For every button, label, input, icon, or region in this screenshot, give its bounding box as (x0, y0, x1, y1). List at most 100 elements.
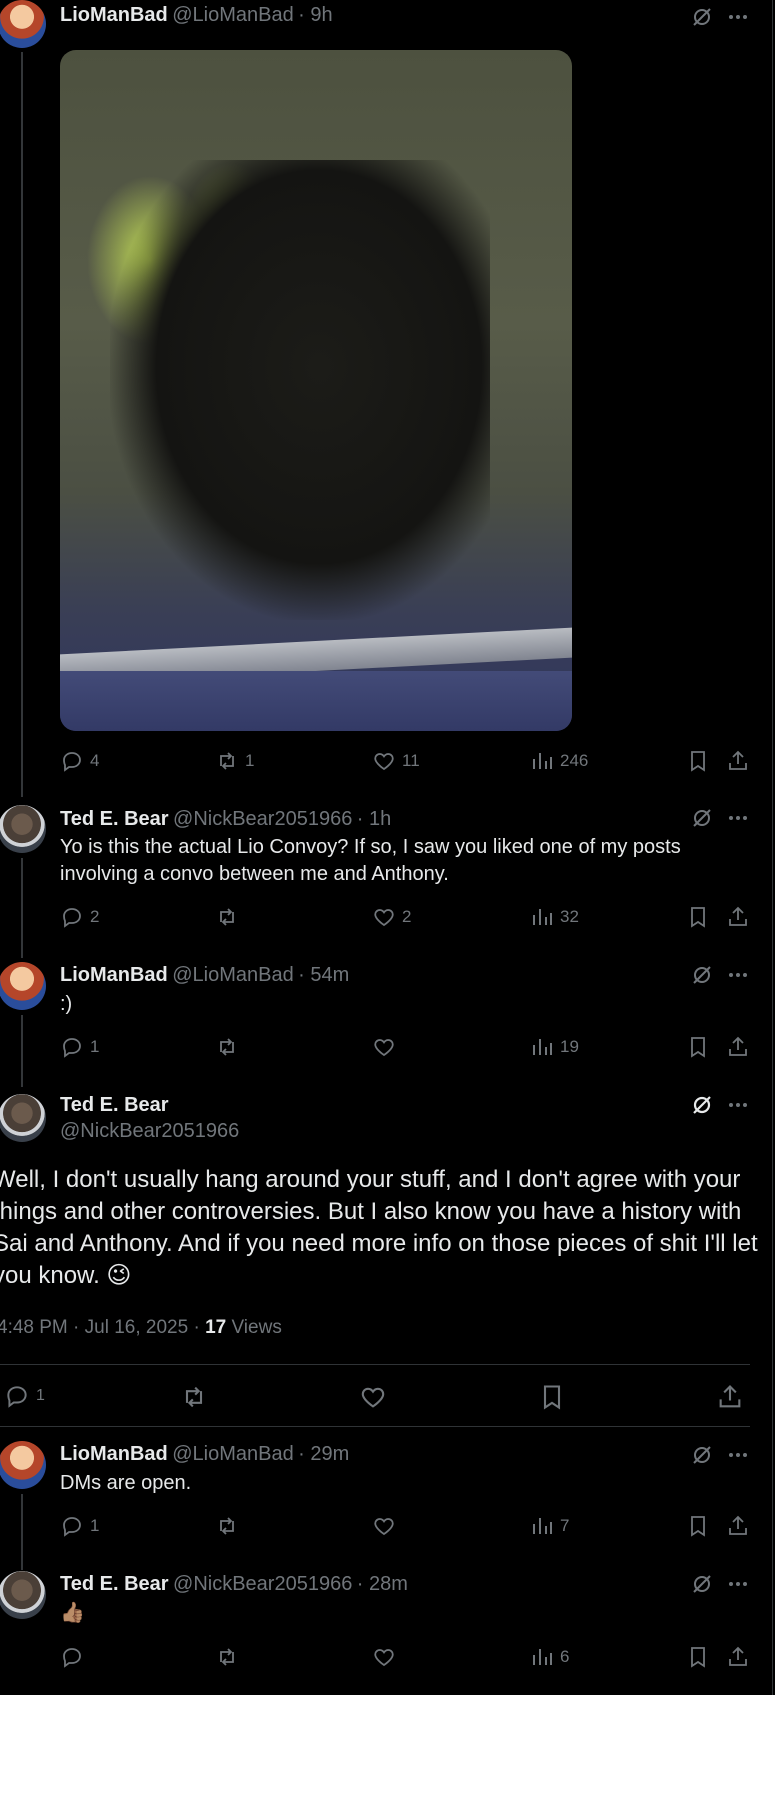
bookmark-icon[interactable] (686, 1645, 710, 1669)
author-handle[interactable]: @NickBear2051966 (173, 808, 352, 830)
grok-icon[interactable] (690, 5, 714, 29)
author-handle[interactable]: @NickBear2051966 (60, 1120, 239, 1143)
main-tweet-line: you know. 😉 (0, 1262, 132, 1289)
repost-button[interactable] (215, 1035, 245, 1059)
reply-button[interactable] (60, 1645, 90, 1669)
views-button[interactable]: 6 (530, 1645, 569, 1669)
repost-icon[interactable] (180, 1383, 208, 1411)
avatar[interactable] (0, 805, 46, 853)
more-icon[interactable] (726, 806, 750, 830)
like-icon (374, 909, 394, 927)
tweet-time[interactable]: · 1h (357, 808, 391, 830)
like-button[interactable]: 11 (372, 749, 420, 773)
tweet-time[interactable]: · 28m (357, 1573, 408, 1595)
like-count: 2 (402, 907, 412, 926)
tweet-text-line: Yo is this the actual Lio Convoy? If so,… (60, 836, 681, 858)
repost-button[interactable] (215, 1514, 245, 1538)
tweet-header: LioManBad @LioManBad · 54m (60, 964, 349, 987)
author-name[interactable]: Ted E. Bear (60, 1573, 169, 1595)
thread-line (21, 1494, 23, 1570)
reply-icon (63, 1517, 81, 1537)
views-button[interactable]: 246 (530, 749, 588, 773)
author-handle[interactable]: @LioManBad (172, 1443, 293, 1465)
reply-button[interactable]: 1 (60, 1035, 99, 1059)
avatar[interactable] (0, 0, 46, 48)
repost-button[interactable] (215, 905, 245, 929)
tweet-photo[interactable] (60, 50, 572, 731)
bookmark-icon[interactable] (538, 1383, 566, 1411)
photo-bedding (60, 671, 572, 731)
bookmark-icon[interactable] (686, 749, 710, 773)
reply-button[interactable]: 4 (60, 749, 99, 773)
repost-icon (220, 1517, 234, 1535)
tweet-time[interactable]: · 54m (298, 964, 349, 986)
like-icon[interactable] (359, 1383, 387, 1411)
share-icon[interactable] (726, 749, 750, 773)
grok-icon[interactable] (690, 1443, 714, 1467)
repost-count: 1 (245, 751, 255, 770)
author-handle[interactable]: @LioManBad (172, 964, 293, 986)
tweet-text: Yo is this the actual Lio Convoy? If so,… (60, 834, 750, 888)
tweet-timestamp[interactable]: 4:48 PM · Jul 16, 2025 · (0, 1317, 205, 1338)
more-icon[interactable] (726, 5, 750, 29)
avatar[interactable] (0, 1441, 46, 1489)
more-icon[interactable] (726, 1093, 750, 1117)
tweet-time[interactable]: · 9h (298, 4, 332, 26)
views-button[interactable]: 7 (530, 1514, 569, 1538)
grok-icon[interactable] (690, 806, 714, 830)
tweet-meta: 4:48 PM · Jul 16, 2025 · 17 Views (0, 1317, 282, 1339)
avatar[interactable] (0, 1571, 46, 1619)
like-button[interactable] (372, 1645, 402, 1669)
tweet-time[interactable]: · 29m (298, 1443, 349, 1465)
share-icon[interactable] (726, 905, 750, 929)
views-icon (533, 1649, 552, 1665)
reply-count: 1 (90, 1516, 100, 1535)
author-name[interactable]: LioManBad (60, 4, 168, 26)
views-count: 246 (560, 751, 589, 770)
author-name[interactable]: LioManBad (60, 964, 168, 986)
grok-icon[interactable] (690, 1093, 714, 1117)
views-count: 17 (205, 1317, 227, 1338)
reply-count: 1 (90, 1037, 100, 1056)
share-icon[interactable] (716, 1383, 744, 1411)
share-icon[interactable] (726, 1035, 750, 1059)
author-handle[interactable]: @LioManBad (172, 4, 293, 26)
repost-icon (220, 1038, 234, 1056)
reply-icon (7, 1386, 27, 1408)
views-button[interactable]: 32 (530, 905, 579, 929)
repost-button[interactable] (215, 1645, 245, 1669)
repost-icon (220, 908, 234, 926)
avatar[interactable] (0, 1094, 46, 1142)
views-button[interactable]: 19 (530, 1035, 579, 1059)
more-icon[interactable] (726, 1572, 750, 1596)
grok-icon[interactable] (690, 963, 714, 987)
repost-button[interactable]: 1 (215, 749, 254, 773)
bookmark-icon[interactable] (686, 1514, 710, 1538)
author-name[interactable]: Ted E. Bear (60, 808, 169, 830)
views-label: Views (226, 1317, 282, 1338)
views-count: 32 (560, 907, 579, 926)
reply-button[interactable]: 2 (60, 905, 99, 929)
divider (0, 1426, 750, 1427)
bookmark-icon[interactable] (686, 905, 710, 929)
grok-icon[interactable] (690, 1572, 714, 1596)
reply-icon (63, 1038, 81, 1058)
bookmark-icon[interactable] (686, 1035, 710, 1059)
avatar[interactable] (0, 962, 46, 1010)
thread-line (21, 858, 23, 958)
author-handle[interactable]: @NickBear2051966 (173, 1573, 352, 1595)
like-button[interactable] (372, 1514, 402, 1538)
share-icon[interactable] (726, 1645, 750, 1669)
reply-button[interactable]: 1 (4, 1383, 45, 1409)
reply-button[interactable]: 1 (60, 1514, 99, 1538)
more-icon[interactable] (726, 963, 750, 987)
author-name[interactable]: LioManBad (60, 1443, 168, 1465)
like-button[interactable]: 2 (372, 905, 411, 929)
share-icon[interactable] (726, 1514, 750, 1538)
views-icon (533, 753, 552, 769)
like-icon (374, 753, 394, 771)
author-name[interactable]: Ted E. Bear (60, 1094, 169, 1117)
more-icon[interactable] (726, 1443, 750, 1467)
like-button[interactable] (372, 1035, 402, 1059)
reply-icon (63, 908, 81, 928)
